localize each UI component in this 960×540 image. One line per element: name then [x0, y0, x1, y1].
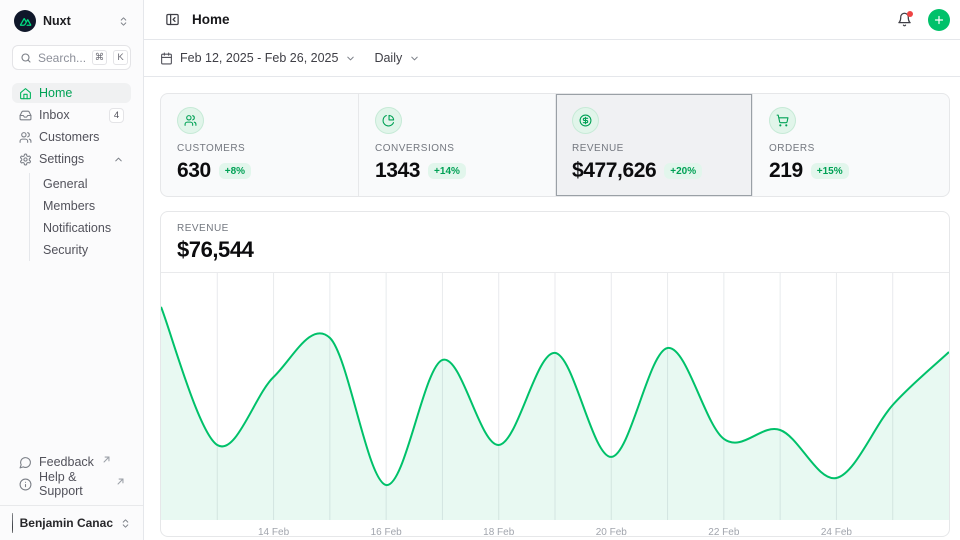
chevron-down-icon [345, 53, 356, 64]
help-support-label: Help & Support [39, 470, 108, 498]
add-button[interactable] [928, 9, 950, 31]
revenue-chart-label: REVENUE [177, 223, 933, 234]
sidebar-item-notifications[interactable]: Notifications [30, 217, 131, 239]
message-circle-icon [19, 456, 32, 469]
sidebar: Nuxt Search... ⌘ K Home [0, 0, 144, 540]
user-menu[interactable]: Benjamin Canac [0, 505, 143, 540]
main-area: Home Feb 12, 2025 - Feb 26, 2025 [144, 0, 960, 540]
stat-value: 1343 [375, 159, 420, 183]
sidebar-footer: Feedback Help & Support [12, 452, 131, 500]
sidebar-spacer [12, 261, 131, 452]
svg-text:24 Feb: 24 Feb [821, 527, 853, 537]
svg-text:16 Feb: 16 Feb [371, 527, 403, 537]
sidebar-item-label: Inbox [39, 108, 102, 122]
sidebar-item-inbox[interactable]: Inbox 4 [12, 105, 131, 125]
inbox-count-badge: 4 [109, 108, 124, 123]
chevron-down-icon [409, 53, 420, 64]
period-select[interactable]: Daily [374, 51, 420, 65]
stat-delta-badge: +14% [428, 163, 466, 179]
chevrons-up-down-icon [120, 518, 131, 529]
stat-label: REVENUE [572, 143, 736, 154]
kbd-meta: ⌘ [92, 50, 107, 65]
search-placeholder: Search... [38, 51, 86, 65]
help-support-link[interactable]: Help & Support [12, 474, 131, 494]
sidebar-item-members[interactable]: Members [30, 195, 131, 217]
date-range-picker[interactable]: Feb 12, 2025 - Feb 26, 2025 [160, 51, 356, 65]
sidebar-collapse-button[interactable] [160, 8, 184, 32]
stat-value: 219 [769, 159, 803, 183]
nuxt-logo-icon [14, 10, 36, 32]
sidebar-item-general[interactable]: General [30, 173, 131, 195]
gear-icon [19, 153, 32, 166]
user-avatar [12, 513, 13, 533]
revenue-chart-value: $76,544 [177, 237, 933, 263]
sidebar-item-label: Home [39, 86, 124, 100]
users-icon [184, 114, 197, 127]
stat-card-conversions[interactable]: CONVERSIONS 1343 +14% [358, 94, 555, 196]
inbox-icon [19, 109, 32, 122]
stat-card-customers[interactable]: CUSTOMERS 630 +8% [161, 94, 358, 196]
info-circle-icon [19, 478, 32, 491]
sidebar-item-security[interactable]: Security [30, 239, 131, 261]
svg-text:20 Feb: 20 Feb [596, 527, 628, 537]
user-name: Benjamin Canac [20, 516, 113, 530]
house-icon [19, 87, 32, 100]
svg-text:18 Feb: 18 Feb [483, 527, 515, 537]
date-range-label: Feb 12, 2025 - Feb 26, 2025 [180, 51, 338, 65]
stat-value: $477,626 [572, 159, 656, 183]
users-icon [19, 131, 32, 144]
stat-value: 630 [177, 159, 211, 183]
stat-label: CUSTOMERS [177, 143, 342, 154]
revenue-area-chart: 14 Feb 16 Feb 18 Feb 20 Feb 22 Feb 24 Feb [161, 273, 949, 537]
chevrons-up-down-icon [118, 16, 129, 27]
stat-delta-badge: +20% [664, 163, 702, 179]
stat-label: CONVERSIONS [375, 143, 539, 154]
kbd-k: K [113, 50, 128, 65]
svg-text:22 Feb: 22 Feb [708, 527, 740, 537]
sidebar-item-home[interactable]: Home [12, 83, 131, 103]
calendar-icon [160, 52, 173, 65]
team-switcher[interactable]: Nuxt [12, 8, 131, 34]
chevron-up-icon [113, 154, 124, 165]
search-icon [20, 52, 32, 64]
settings-subnav: General Members Notifications Security [29, 173, 131, 261]
search-input[interactable]: Search... ⌘ K [12, 45, 131, 70]
sidebar-item-label: Customers [39, 130, 124, 144]
team-name: Nuxt [43, 14, 111, 28]
sidebar-item-customers[interactable]: Customers [12, 127, 131, 147]
feedback-label: Feedback [39, 455, 94, 469]
stat-card-orders[interactable]: ORDERS 219 +15% [752, 94, 949, 196]
app-root: Nuxt Search... ⌘ K Home [0, 0, 960, 540]
top-header: Home [144, 0, 960, 40]
feedback-link[interactable]: Feedback [12, 452, 131, 472]
revenue-chart-card: REVENUE $76,544 14 Feb 16 Feb 18 Feb 20 Feb… [160, 211, 950, 537]
sidebar-nav: Home Inbox 4 Customers Settings [12, 83, 131, 261]
filters-toolbar: Feb 12, 2025 - Feb 26, 2025 Daily [144, 40, 960, 77]
stat-delta-badge: +15% [811, 163, 849, 179]
sidebar-item-settings[interactable]: Settings [12, 149, 131, 169]
stat-delta-badge: +8% [219, 163, 251, 179]
period-label: Daily [374, 51, 402, 65]
sidebar-item-label: Settings [39, 152, 106, 166]
svg-text:14 Feb: 14 Feb [258, 527, 290, 537]
notification-dot [907, 11, 913, 17]
external-link-icon [117, 474, 124, 488]
revenue-chart-header: REVENUE $76,544 [161, 212, 949, 273]
stat-label: ORDERS [769, 143, 933, 154]
notifications-button[interactable] [892, 8, 916, 32]
stats-row: CUSTOMERS 630 +8% CONVERSIONS 1343 +14% [160, 93, 950, 197]
shopping-cart-icon [776, 114, 789, 127]
page-content: CUSTOMERS 630 +8% CONVERSIONS 1343 +14% [144, 77, 960, 540]
panel-collapse-icon [165, 12, 180, 27]
stat-card-revenue[interactable]: REVENUE $477,626 +20% [555, 94, 752, 196]
page-title: Home [192, 12, 884, 27]
plus-icon [933, 14, 945, 26]
external-link-icon [103, 452, 110, 466]
pie-chart-icon [382, 114, 395, 127]
circle-dollar-icon [579, 114, 592, 127]
